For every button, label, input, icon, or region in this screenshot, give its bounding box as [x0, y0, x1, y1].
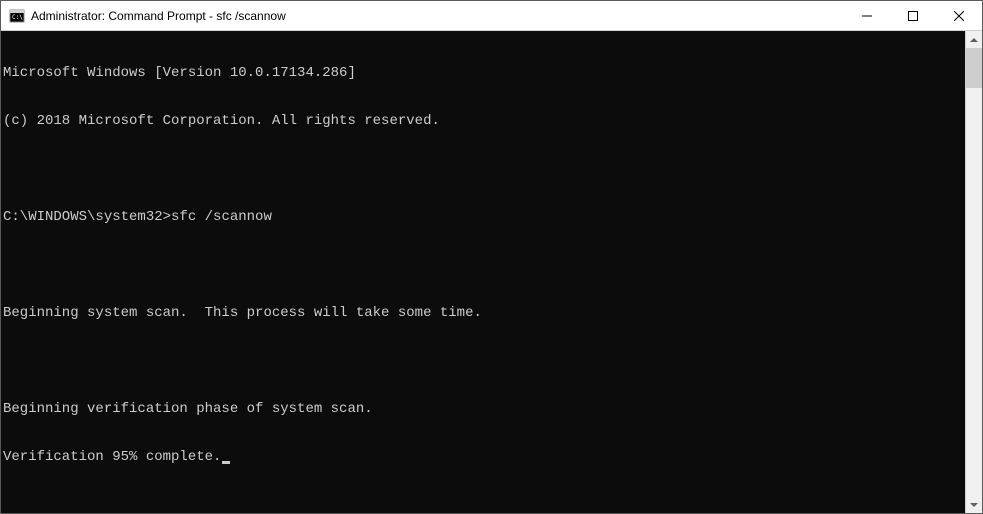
window-controls: [844, 1, 982, 30]
command-prompt-window: C:\ Administrator: Command Prompt - sfc …: [0, 0, 983, 514]
output-progress-line: Verification 95% complete.: [3, 449, 965, 465]
output-blank: [3, 161, 965, 177]
output-line: Beginning verification phase of system s…: [3, 401, 965, 417]
scroll-up-button[interactable]: [966, 31, 982, 48]
chevron-down-icon: [970, 501, 978, 509]
close-button[interactable]: [936, 1, 982, 30]
text-cursor: [222, 461, 230, 464]
maximize-icon: [908, 11, 918, 21]
close-icon: [954, 11, 964, 21]
prompt-path: C:\WINDOWS\system32>: [3, 209, 171, 225]
vertical-scrollbar[interactable]: [965, 31, 982, 513]
scroll-thumb[interactable]: [966, 48, 982, 88]
titlebar[interactable]: C:\ Administrator: Command Prompt - sfc …: [1, 1, 982, 31]
cmd-icon: C:\: [9, 8, 25, 24]
window-title: Administrator: Command Prompt - sfc /sca…: [31, 9, 844, 23]
output-line: Microsoft Windows [Version 10.0.17134.28…: [3, 65, 965, 81]
output-prompt-line: C:\WINDOWS\system32>sfc /scannow: [3, 209, 965, 225]
scroll-track[interactable]: [966, 48, 982, 496]
progress-text: Verification 95% complete.: [3, 449, 221, 465]
maximize-button[interactable]: [890, 1, 936, 30]
minimize-button[interactable]: [844, 1, 890, 30]
output-blank: [3, 257, 965, 273]
output-blank: [3, 353, 965, 369]
chevron-up-icon: [970, 36, 978, 44]
terminal-output[interactable]: Microsoft Windows [Version 10.0.17134.28…: [1, 31, 965, 513]
prompt-command: sfc /scannow: [171, 209, 272, 225]
terminal-area: Microsoft Windows [Version 10.0.17134.28…: [1, 31, 982, 513]
output-line: (c) 2018 Microsoft Corporation. All righ…: [3, 113, 965, 129]
scroll-down-button[interactable]: [966, 496, 982, 513]
minimize-icon: [862, 11, 872, 21]
output-line: Beginning system scan. This process will…: [3, 305, 965, 321]
svg-text:C:\: C:\: [12, 14, 23, 21]
